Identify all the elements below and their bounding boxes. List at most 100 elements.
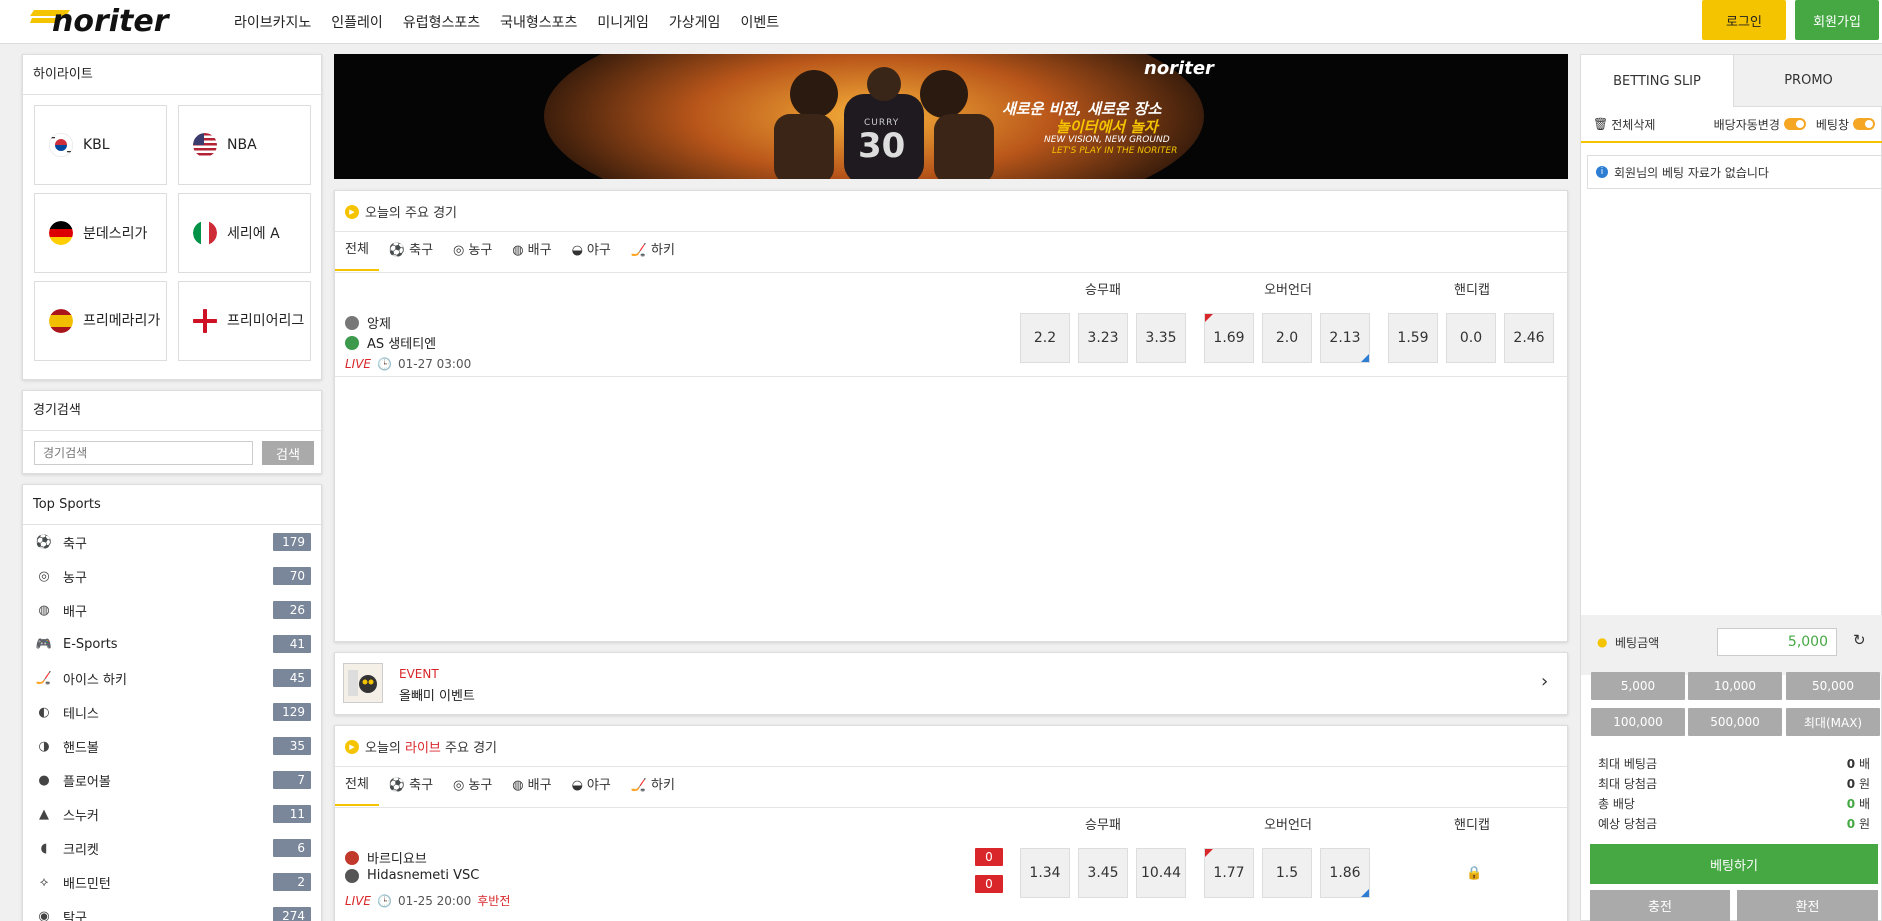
slip-tab-promo[interactable]: PROMO [1734, 55, 1882, 107]
tab-baseball[interactable]: ◒ 야구 [562, 231, 621, 271]
tab-volleyball[interactable]: ◍ 배구 [502, 231, 561, 271]
sport-item[interactable]: ◉ 탁구 274 [23, 899, 321, 921]
tab-baseball[interactable]: ◒ 야구 [562, 766, 621, 806]
highlight-premier-league[interactable]: 프리미어리그 [178, 281, 311, 361]
tab-hockey[interactable]: 🏒 하키 [621, 231, 685, 271]
chip-10000[interactable]: 10,000 [1688, 672, 1782, 700]
search-input[interactable] [34, 441, 253, 465]
clear-all-button[interactable]: 🗑 전체삭제 [1593, 116, 1655, 133]
gamepad-icon: 🎮 [35, 636, 53, 652]
sport-item[interactable]: ◖ 크리켓 6 [23, 831, 321, 865]
clock-icon: 🕒 [377, 357, 392, 371]
bet-amount-input[interactable] [1717, 628, 1837, 656]
team-crest-icon [345, 850, 359, 865]
summary-label: 총 배당 [1598, 797, 1635, 811]
soccer-icon: ⚽ [388, 243, 406, 258]
tab-all[interactable]: 전체 [335, 231, 379, 271]
italy-flag-icon [193, 221, 217, 245]
tab-volleyball[interactable]: ◍ 배구 [502, 766, 561, 806]
chip-50000[interactable]: 50,000 [1786, 672, 1880, 700]
nav-inplay[interactable]: 인플레이 [331, 12, 383, 32]
sport-count: 129 [273, 703, 311, 721]
odds-under[interactable]: 2.13 [1320, 313, 1370, 363]
tab-basketball[interactable]: ◎ 농구 [443, 766, 502, 806]
sport-item[interactable]: ⟡ 배드민턴 2 [23, 865, 321, 899]
odds-handicap-line[interactable]: 0.0 [1446, 313, 1496, 363]
nav-live-casino[interactable]: 라이브카지노 [234, 12, 311, 32]
bet-window-toggle[interactable]: 베팅창 [1816, 116, 1875, 133]
highlight-nba[interactable]: NBA [178, 105, 311, 185]
tab-hockey[interactable]: 🏒 하키 [621, 766, 685, 806]
sport-item[interactable]: ◑ 핸드볼 35 [23, 729, 321, 763]
odds-line[interactable]: 1.5 [1262, 848, 1312, 898]
title-part: 주요 경기 [440, 741, 498, 756]
tab-basketball[interactable]: ◎ 농구 [443, 231, 502, 271]
tab-soccer[interactable]: ⚽ 축구 [379, 231, 443, 271]
tab-soccer[interactable]: ⚽ 축구 [379, 766, 443, 806]
search-title: 경기검색 [23, 391, 321, 431]
highlight-label: NBA [227, 137, 257, 153]
sport-item[interactable]: 🎮 E-Sports 41 [23, 627, 321, 661]
event-banner[interactable]: EVENT 올빼미 이벤트 › [334, 652, 1568, 715]
team-crest-icon [345, 868, 359, 883]
join-button[interactable]: 회원가입 [1795, 0, 1879, 40]
auto-odds-toggle[interactable]: 배당자동변경 [1714, 116, 1806, 133]
deposit-button[interactable]: 충전 [1590, 890, 1730, 921]
odds-over[interactable]: 1.69 [1204, 313, 1254, 363]
sport-item[interactable]: ● 플로어볼 7 [23, 763, 321, 797]
odds-draw[interactable]: 3.23 [1078, 313, 1128, 363]
highlight-laliga[interactable]: 프리메라리가 [34, 281, 167, 361]
highlight-kbl[interactable]: KBL [34, 105, 167, 185]
highlight-bundesliga[interactable]: 분데스리가 [34, 193, 167, 273]
sport-item[interactable]: ⚽ 축구 179 [23, 525, 321, 559]
odds-home[interactable]: 2.2 [1020, 313, 1070, 363]
summary-value-group: 0 배 [1847, 755, 1870, 772]
title-part: 오늘의 [365, 741, 406, 756]
summary-unit: 원 [1858, 777, 1870, 791]
odds-over[interactable]: 1.77 [1204, 848, 1254, 898]
odds-line[interactable]: 2.0 [1262, 313, 1312, 363]
baseball-icon: ◒ [571, 778, 583, 793]
odds-away[interactable]: 3.35 [1136, 313, 1186, 363]
login-button[interactable]: 로그인 [1702, 0, 1786, 40]
summary-row: 최대 당첨금 0 원 [1598, 775, 1870, 792]
chip-500000[interactable]: 500,000 [1688, 708, 1782, 736]
sport-item[interactable]: ◎ 농구 70 [23, 559, 321, 593]
nav-domestic-sports[interactable]: 국내형스포츠 [500, 12, 577, 32]
slip-tab-betting[interactable]: BETTING SLIP [1581, 55, 1734, 107]
nav-euro-sports[interactable]: 유럽형스포츠 [403, 12, 480, 32]
lock-icon: 🔒 [1466, 866, 1483, 881]
team-name: 바르디요브 [367, 852, 427, 867]
sport-item[interactable]: ▲ 스누커 11 [23, 797, 321, 831]
group-header-1x2: 승무패 [1085, 283, 1121, 298]
table-tennis-icon: ◉ [38, 908, 50, 921]
odds-away[interactable]: 10.44 [1136, 848, 1186, 898]
odds-home[interactable]: 1.34 [1020, 848, 1070, 898]
withdraw-button[interactable]: 환전 [1737, 890, 1878, 921]
nav-virtual-game[interactable]: 가상게임 [669, 12, 721, 32]
odds-handicap-away[interactable]: 2.46 [1504, 313, 1554, 363]
odds-under[interactable]: 1.86 [1320, 848, 1370, 898]
odds-draw[interactable]: 3.45 [1078, 848, 1128, 898]
highlight-serie-a[interactable]: 세리에 A [178, 193, 311, 273]
chip-max[interactable]: 최대(MAX) [1786, 708, 1880, 736]
sport-label: 테니스 [63, 706, 99, 722]
place-bet-button[interactable]: 베팅하기 [1590, 844, 1878, 884]
sport-item[interactable]: ◐ 테니스 129 [23, 695, 321, 729]
tab-all[interactable]: 전체 [335, 766, 379, 806]
chip-100000[interactable]: 100,000 [1591, 708, 1685, 736]
sport-item[interactable]: ◍ 배구 26 [23, 593, 321, 627]
tab-label: 야구 [586, 778, 611, 793]
sport-item[interactable]: 🏒 아이스 하키 45 [23, 661, 321, 695]
search-button[interactable]: 검색 [262, 441, 314, 465]
odds-handicap-home[interactable]: 1.59 [1388, 313, 1438, 363]
volleyball-icon: ◍ [512, 243, 524, 258]
noriter-logo[interactable]: noriter [30, 4, 212, 36]
promo-banner[interactable]: CURRY 30 noriter 새로운 비전, 새로운 장소 놀이터에서 놀자… [334, 54, 1568, 179]
nav-mini-game[interactable]: 미니게임 [597, 12, 649, 32]
refresh-icon[interactable]: ↻ [1853, 631, 1866, 649]
sport-label: 탁구 [63, 910, 87, 921]
spain-flag-icon [49, 309, 73, 333]
chip-5000[interactable]: 5,000 [1591, 672, 1685, 700]
nav-event[interactable]: 이벤트 [740, 12, 779, 32]
